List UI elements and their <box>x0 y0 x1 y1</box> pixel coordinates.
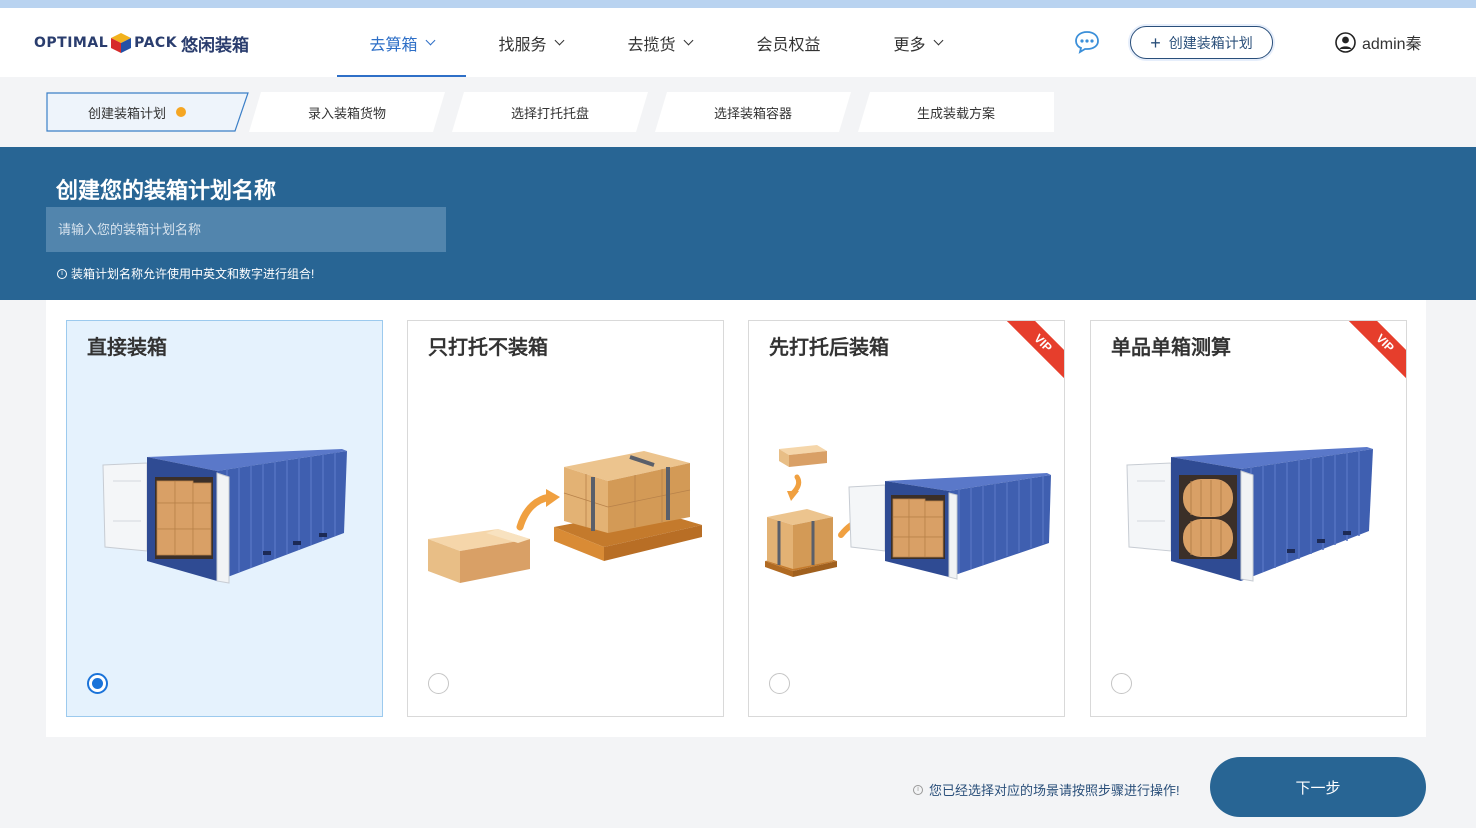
current-step-dot <box>176 107 186 117</box>
top-header: Optimal Pack 悠闲装箱 去算箱 找服务 去揽货 会员权益 更多 + … <box>0 8 1476 77</box>
card-title: 单品单箱测算 <box>1111 337 1231 359</box>
chevron-down-icon <box>933 35 943 45</box>
user-menu[interactable]: admin秦 <box>1335 30 1422 54</box>
step-label: 选择打托托盘 <box>510 105 589 121</box>
container-rolls-illustration <box>1126 447 1373 582</box>
step-select-pallet[interactable]: 选择打托托盘 <box>452 92 648 132</box>
step-label: 选择装箱容器 <box>713 105 792 121</box>
card-title: 先打托后装箱 <box>769 337 889 359</box>
nav-item-label: 去揽货 <box>627 36 676 54</box>
chevron-down-icon <box>554 35 564 45</box>
banner-hint: i 装箱计划名称允许使用中英文和数字进行组合! <box>57 265 314 282</box>
logo-cn-text: 悠闲装箱 <box>181 35 250 56</box>
logo-word-left: Optimal <box>34 35 109 51</box>
step-select-container[interactable]: 选择装箱容器 <box>655 92 851 132</box>
main-nav: 去算箱 找服务 去揽货 会员权益 更多 <box>337 8 982 77</box>
scenario-panel: 直接装箱 只打托不装箱 先打托后装箱 VIP 单品单箱测算 VIP <box>46 300 1426 737</box>
chevron-down-icon <box>683 35 693 45</box>
nav-item-label: 会员权益 <box>756 36 821 54</box>
scenario-card-pallet-only[interactable]: 只打托不装箱 <box>407 320 724 717</box>
scenario-card-pallet-then-pack[interactable]: 先打托后装箱 VIP <box>748 320 1065 717</box>
scenario-radio[interactable] <box>87 673 108 694</box>
footer-hint-text: 您已经选择对应的场景请按照步骤进行操作! <box>929 783 1180 798</box>
scenario-card-single-item[interactable]: 单品单箱测算 VIP <box>1090 320 1407 717</box>
step-generate-plan[interactable]: 生成装载方案 <box>858 92 1054 132</box>
step-enter-goods[interactable]: 录入装箱货物 <box>249 92 445 132</box>
nav-item-cargo[interactable]: 去揽货 <box>595 8 724 77</box>
scenario-radio[interactable] <box>428 673 449 694</box>
card-title: 直接装箱 <box>87 337 167 359</box>
user-avatar-icon <box>1335 31 1356 53</box>
vip-ribbon: VIP <box>1000 321 1064 386</box>
container-loaded-illustration <box>102 449 347 584</box>
info-icon: i <box>913 784 923 795</box>
footer-hint: i 您已经选择对应的场景请按照步骤进行操作! <box>913 780 1180 799</box>
nav-item-more[interactable]: 更多 <box>853 8 982 77</box>
logo-cube-icon <box>110 32 132 54</box>
banner-hint-text: 装箱计划名称允许使用中英文和数字进行组合! <box>71 267 315 281</box>
pallet-boxes-illustration <box>428 451 702 583</box>
step-create-plan[interactable]: 创建装箱计划 <box>46 92 249 132</box>
nav-item-service[interactable]: 找服务 <box>466 8 595 77</box>
plan-name-input[interactable] <box>46 207 446 252</box>
nav-item-membership[interactable]: 会员权益 <box>724 8 853 77</box>
info-icon: i <box>57 268 67 279</box>
vip-ribbon: VIP <box>1342 321 1406 386</box>
brand-logo[interactable]: Optimal Pack 悠闲装箱 <box>34 27 249 59</box>
scenario-card-direct[interactable]: 直接装箱 <box>66 320 383 717</box>
create-plan-label: 创建装箱计划 <box>1168 34 1253 51</box>
next-step-label: 下一步 <box>1295 779 1341 797</box>
scenario-radio[interactable] <box>769 673 790 694</box>
next-step-button[interactable]: 下一步 <box>1210 757 1426 817</box>
plus-icon: + <box>1150 32 1161 53</box>
logo-word-right: Pack <box>134 35 178 51</box>
create-plan-button[interactable]: + 创建装箱计划 <box>1130 26 1273 59</box>
nav-item-label: 更多 <box>893 36 926 54</box>
step-label: 创建装箱计划 <box>87 105 166 121</box>
nav-item-label: 找服务 <box>498 36 547 54</box>
plan-name-banner: 创建您的装箱计划名称 i 装箱计划名称允许使用中英文和数字进行组合! <box>0 147 1476 300</box>
nav-item-label: 去算箱 <box>369 36 418 54</box>
card-title: 只打托不装箱 <box>428 337 548 359</box>
step-progress: 创建装箱计划 录入装箱货物 选择打托托盘 选择装箱容器 生成装载方案 <box>46 92 1066 132</box>
scenario-radio[interactable] <box>1111 673 1132 694</box>
step-label: 生成装载方案 <box>916 105 995 121</box>
chat-bubble-icon[interactable] <box>1073 29 1101 55</box>
chevron-down-icon <box>425 35 435 45</box>
user-name: admin秦 <box>1362 36 1422 53</box>
step-label: 录入装箱货物 <box>307 105 386 121</box>
top-accent-line <box>0 0 1476 8</box>
pallet-into-container-illustration <box>765 445 1051 580</box>
banner-title: 创建您的装箱计划名称 <box>56 178 277 203</box>
nav-item-calc[interactable]: 去算箱 <box>337 8 466 77</box>
